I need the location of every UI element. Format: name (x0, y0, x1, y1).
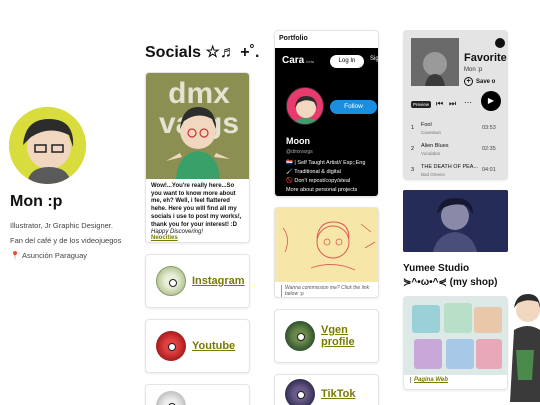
socials-title: Socials ☆♬ +˚. (145, 44, 260, 61)
save-label: Save o (476, 78, 496, 85)
track-artist: Vundabar (421, 151, 441, 156)
playlist-owner: Mon :p (464, 67, 483, 73)
cara-bio-line-1: 🇵🇾 | Self Taught Artist// Esp;;Eng (286, 160, 366, 166)
cara-header: Cara beta (282, 55, 314, 66)
previous-icon[interactable]: ⏮ (436, 99, 443, 109)
instagram-link[interactable]: Instagram (192, 275, 245, 287)
track-title: Fool (421, 122, 432, 128)
track-row[interactable]: 1 Fool Cavetown 03:53 (404, 119, 507, 140)
portfolio-label: Portfolio (279, 35, 308, 42)
shop-image (404, 297, 507, 375)
shop-title: Yumee Studio ⋟^•ω•^⋞ (my shop) (403, 263, 498, 288)
cara-bio-line-3: 🚫 Don't repost/copy/steal (286, 178, 351, 184)
cara-embed: Cara beta Log In Sig Follow Moon @dmxvar… (275, 48, 378, 196)
welcome-text: Wow!...You're really here...So you want … (151, 183, 242, 228)
shop-card[interactable]: Pagina Web (403, 296, 508, 390)
neocities-link[interactable]: Neocities (146, 235, 249, 241)
tiktok-disc-icon (285, 379, 315, 405)
portfolio-card[interactable]: Portfolio Cara beta Log In Sig Follow Mo… (274, 30, 379, 197)
spotify-widget[interactable]: Favorite Mon :p + Save o Preview ⏮ ⏭ ⋯ ▶… (403, 30, 508, 180)
profile-bio: Illustrator, Jr Graphic Designer. (10, 221, 113, 230)
instagram-disc-icon (156, 266, 186, 296)
track-row[interactable]: 2 Alien Blues Vundabar 02:35 (404, 140, 507, 161)
follow-button[interactable]: Follow (330, 100, 377, 114)
track-title: Alien Blues (421, 143, 449, 149)
welcome-card: dmx vargs Wow!...You're really here...So… (145, 72, 250, 243)
signup-button[interactable]: Sig (370, 56, 378, 62)
youtube-card[interactable]: Youtube (145, 319, 250, 373)
instagram-card[interactable]: Instagram (145, 254, 250, 308)
cara-avatar (286, 87, 324, 125)
track-duration: 02:35 (482, 146, 496, 152)
play-button[interactable]: ▶ (481, 91, 501, 111)
more-icon[interactable]: ⋯ (464, 98, 472, 107)
banner-image: dmx vargs (146, 73, 249, 179)
preview-badge: Preview (411, 101, 432, 108)
youtube-link[interactable]: Youtube (192, 340, 235, 352)
cara-bio-line-2: 🖌️ Traditional & digital (286, 169, 341, 175)
tiktok-card[interactable]: TikTok (274, 374, 379, 405)
vgen-card[interactable]: Vgen profile (274, 309, 379, 363)
spotify-logo-icon (495, 38, 505, 48)
track-row[interactable]: 3 THE DEATH OF PEA... Bad Omens 04:01 (404, 161, 507, 179)
location-text: Asunción Paraguay (21, 251, 88, 260)
artwork-image[interactable] (403, 190, 508, 252)
login-button[interactable]: Log In (330, 55, 364, 68)
cara-display-name: Moon (286, 136, 310, 146)
save-button[interactable]: + Save o (464, 77, 495, 86)
track-number: 2 (411, 146, 415, 152)
next-icon[interactable]: ⏭ (449, 99, 456, 109)
socials-disc-icon (156, 391, 186, 405)
track-duration: 03:53 (482, 125, 496, 131)
mascot-character[interactable] (506, 290, 540, 402)
profile-name: Mon :p (10, 193, 63, 210)
track-artist: Bad Omens (421, 172, 445, 177)
add-circle-icon: + (464, 77, 473, 86)
playlist-title: Favorite (464, 52, 507, 64)
cara-bio-line-4: More about personal projects (286, 187, 358, 193)
vgen-link[interactable]: Vgen profile (321, 324, 378, 348)
tiktok-link[interactable]: TikTok (321, 388, 355, 400)
commission-note: Wanna commission me? Click the link belo… (281, 285, 374, 297)
track-duration: 04:01 (482, 167, 496, 173)
track-number: 1 (411, 125, 415, 131)
track-title: THE DEATH OF PEA... (421, 164, 479, 170)
pin-icon: 📍 (10, 251, 20, 260)
youtube-disc-icon (156, 331, 186, 361)
profile-fan-text: Fan del café y de los videojuegos (10, 236, 122, 245)
track-number: 3 (411, 167, 415, 173)
track-artist: Cavetown (421, 130, 442, 135)
cara-logo: Cara (282, 55, 305, 66)
profile-avatar (9, 107, 86, 184)
cara-badge: beta (306, 59, 315, 64)
commission-image (275, 208, 378, 282)
socials-card-partial[interactable] (145, 384, 250, 405)
shop-link[interactable]: Pagina Web (410, 377, 503, 383)
profile-location: 📍 Asunción Paraguay (10, 251, 87, 260)
commission-card[interactable]: Wanna commission me? Click the link belo… (274, 207, 379, 298)
album-art (411, 38, 459, 86)
track-list: 1 Fool Cavetown 03:53 2 Alien Blues Vund… (404, 119, 507, 179)
vgen-disc-icon (285, 321, 315, 351)
cara-handle: @dmxvargs (286, 149, 313, 155)
